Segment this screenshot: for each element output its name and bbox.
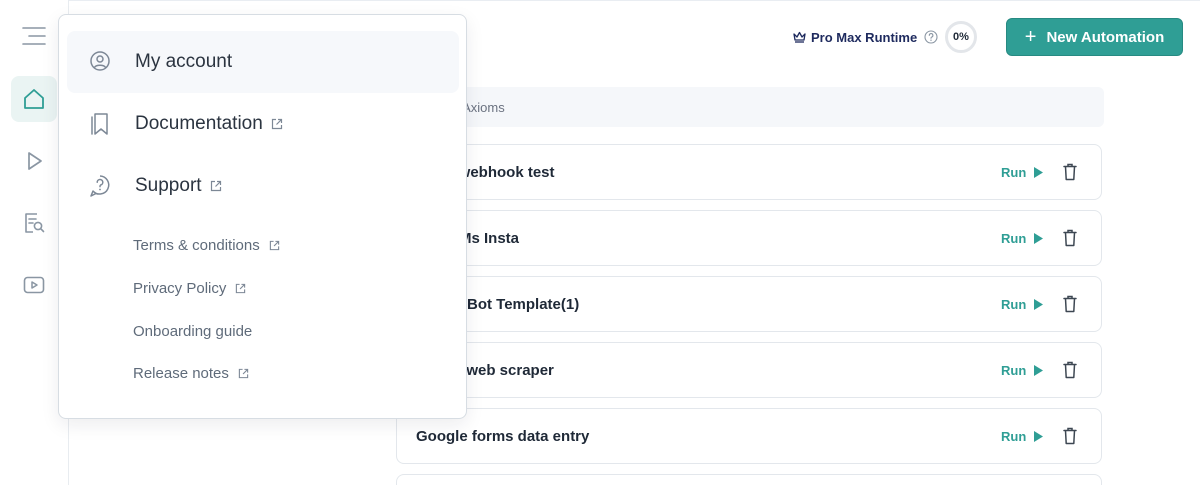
sidebar-item-runs[interactable] — [11, 138, 57, 184]
run-label: Run — [1001, 164, 1027, 180]
link-label: Onboarding guide — [133, 323, 253, 340]
link-terms-conditions[interactable]: Terms & conditions — [133, 237, 280, 254]
link-release-notes[interactable]: Release notes — [133, 365, 249, 382]
external-link-icon — [210, 180, 221, 192]
delete-icon[interactable] — [1063, 361, 1077, 379]
run-label: Run — [1001, 428, 1027, 444]
video-icon — [23, 276, 45, 294]
automation-row[interactable]: g web scraper Run — [396, 342, 1102, 398]
automation-row[interactable]: Ms Insta Run — [396, 210, 1102, 266]
run-button[interactable]: Run — [1001, 428, 1044, 444]
menu-item-label: Documentation — [135, 113, 283, 135]
crown-icon — [793, 31, 806, 43]
external-link-icon — [271, 118, 282, 130]
search-input[interactable]: n Axioms — [398, 87, 1104, 127]
delete-icon[interactable] — [1063, 427, 1077, 445]
sidebar-item-tutorials[interactable] — [11, 262, 57, 308]
hamburger-menu-button[interactable] — [11, 13, 57, 59]
help-circle-icon — [924, 30, 938, 44]
link-label: Release notes — [133, 365, 229, 382]
runtime-usage-indicator: 0% — [945, 21, 977, 53]
search-document-icon — [25, 213, 45, 233]
new-automation-label: New Automation — [1046, 28, 1165, 46]
external-link-icon — [236, 283, 246, 294]
automation-row[interactable]: an webhook test Run — [396, 144, 1102, 200]
runtime-usage-value: 0% — [953, 31, 969, 43]
play-icon — [1034, 232, 1044, 244]
play-icon — [1034, 430, 1044, 442]
external-link-icon — [238, 368, 249, 379]
automation-name: Bot Template(1) — [467, 295, 580, 313]
menu-item-my-account[interactable]: My account — [67, 31, 459, 93]
new-automation-button[interactable]: + New Automation — [1006, 18, 1183, 56]
delete-icon[interactable] — [1063, 163, 1077, 181]
home-icon — [24, 89, 44, 109]
play-icon — [1034, 166, 1044, 178]
run-label: Run — [1001, 296, 1027, 312]
run-button[interactable]: Run — [1001, 296, 1044, 312]
external-link-icon — [269, 240, 279, 251]
top-border — [0, 0, 1200, 1]
runtime-help-button[interactable] — [924, 30, 938, 44]
play-icon — [1034, 298, 1044, 310]
menu-icon — [22, 27, 46, 45]
menu-item-support[interactable]: Support — [67, 155, 459, 217]
menu-item-label: My account — [135, 51, 233, 72]
automation-name: Google forms data entry — [416, 427, 590, 445]
automation-row[interactable] — [396, 474, 1102, 485]
automation-row[interactable]: Google forms data entry Run — [396, 408, 1102, 464]
automation-row[interactable]: Bot Template(1) Run — [396, 276, 1102, 332]
plus-icon: + — [1024, 25, 1037, 48]
delete-icon[interactable] — [1063, 229, 1077, 247]
bookmark-icon — [91, 113, 108, 135]
help-circle-icon — [90, 175, 110, 197]
automation-name: g web scraper — [453, 361, 554, 379]
sidebar-item-home[interactable] — [11, 76, 57, 122]
play-icon — [28, 152, 42, 170]
link-privacy-policy[interactable]: Privacy Policy — [133, 280, 246, 297]
user-menu-dropdown: My account Documentation Support Terms &… — [58, 14, 467, 419]
runtime-plan[interactable]: Pro Max Runtime — [793, 27, 938, 47]
run-label: Run — [1001, 362, 1027, 378]
play-icon — [1034, 364, 1044, 376]
link-label: Terms & conditions — [133, 237, 260, 254]
run-button[interactable]: Run — [1001, 230, 1044, 246]
menu-item-label: Support — [135, 175, 222, 197]
sidebar-item-logs[interactable] — [11, 200, 57, 246]
link-onboarding-guide[interactable]: Onboarding guide — [133, 323, 252, 340]
runtime-label: Pro Max Runtime — [811, 29, 918, 45]
link-label: Privacy Policy — [133, 280, 227, 297]
menu-item-documentation[interactable]: Documentation — [67, 93, 459, 155]
user-circle-icon — [90, 51, 110, 71]
automation-name: Ms Insta — [459, 229, 520, 247]
run-label: Run — [1001, 230, 1027, 246]
run-button[interactable]: Run — [1001, 362, 1044, 378]
delete-icon[interactable] — [1063, 295, 1077, 313]
run-button[interactable]: Run — [1001, 164, 1044, 180]
